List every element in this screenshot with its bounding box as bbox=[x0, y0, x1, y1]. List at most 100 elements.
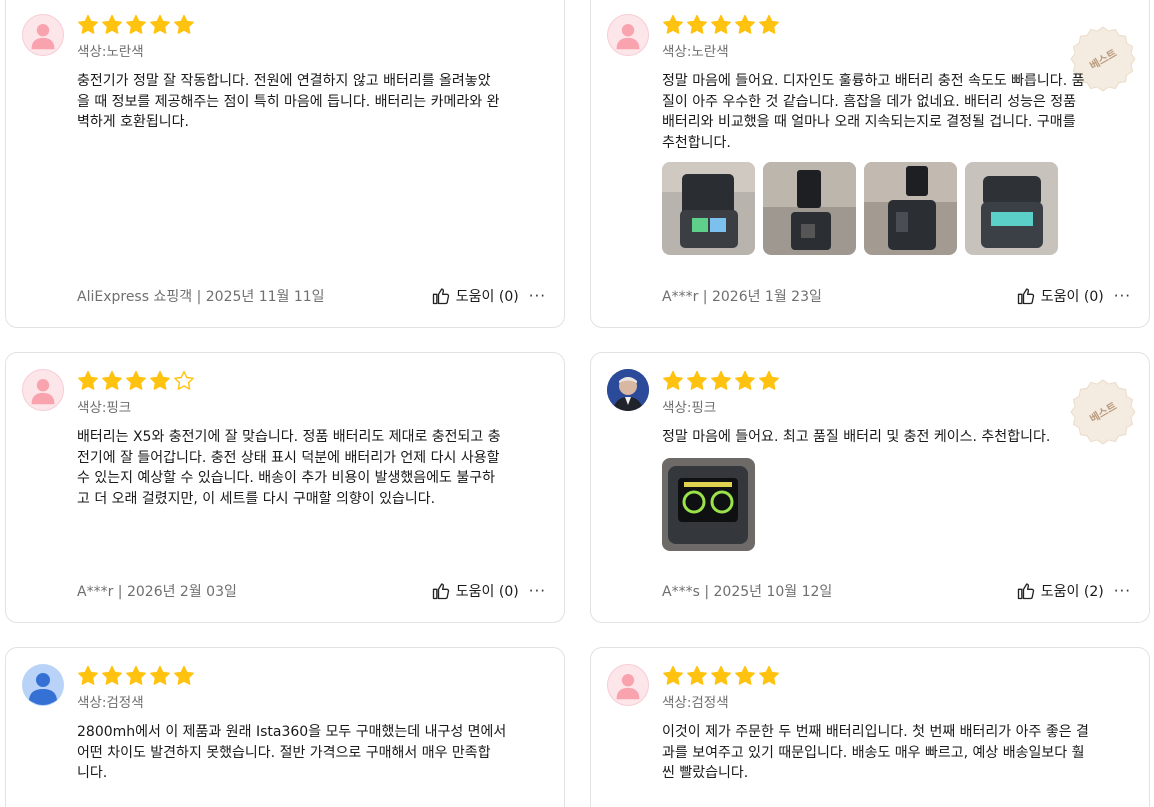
review-author: AliExpress 쇼핑객 bbox=[77, 289, 193, 305]
helpful-label: 도움이 (0) bbox=[455, 584, 519, 600]
star-filled-icon bbox=[101, 665, 123, 687]
review-photo[interactable] bbox=[662, 457, 755, 551]
review-body: 색상:노란색 충전기가 정말 잘 작동합니다. 전원에 연결하지 않고 배터리를… bbox=[77, 14, 550, 133]
avatar bbox=[22, 14, 64, 56]
review-text: 배터리는 X5와 충전기에 잘 맞습니다. 정품 배터리도 제대로 충전되고 충… bbox=[77, 429, 501, 507]
star-filled-icon bbox=[77, 370, 99, 392]
rating-stars bbox=[662, 14, 1135, 36]
star-filled-icon bbox=[149, 665, 171, 687]
review-text: 이것이 제가 주문한 두 번째 배터리입니다. 첫 번째 배터리가 아주 좋은 … bbox=[662, 724, 1089, 781]
review-photo[interactable] bbox=[864, 162, 957, 255]
review-card: 색상:노란색 충전기가 정말 잘 작동합니다. 전원에 연결하지 않고 배터리를… bbox=[5, 0, 565, 328]
thumbs-up-icon bbox=[1016, 286, 1036, 306]
more-options-icon[interactable]: ··· bbox=[529, 583, 546, 599]
star-filled-icon bbox=[686, 14, 708, 36]
helpful-button[interactable]: 도움이 (2) bbox=[1016, 581, 1104, 601]
helpful-label: 도움이 (2) bbox=[1040, 584, 1104, 600]
rating-stars bbox=[662, 370, 1135, 392]
star-filled-icon bbox=[77, 14, 99, 36]
star-filled-icon bbox=[662, 370, 684, 392]
star-filled-icon bbox=[101, 14, 123, 36]
thumbs-up-icon bbox=[431, 581, 451, 601]
review-author: A***r bbox=[77, 584, 114, 600]
review-photo[interactable] bbox=[763, 162, 856, 255]
star-filled-icon bbox=[149, 370, 171, 392]
review-body: 색상:검정색 2800mh에서 이 제품과 원래 Ista360을 모두 구매했… bbox=[77, 665, 550, 784]
review-meta: AliExpress 쇼핑객 | 2025년 11월 11일 bbox=[77, 289, 325, 305]
star-filled-icon bbox=[686, 370, 708, 392]
review-photos bbox=[662, 457, 1135, 551]
avatar bbox=[607, 14, 649, 56]
review-variant: 색상:핑크 bbox=[77, 400, 132, 416]
review-body: 색상:핑크 배터리는 X5와 충전기에 잘 맞습니다. 정품 배터리도 제대로 … bbox=[77, 370, 550, 509]
more-options-icon[interactable]: ··· bbox=[1114, 583, 1131, 599]
star-filled-icon bbox=[101, 370, 123, 392]
thumbs-up-icon bbox=[431, 286, 451, 306]
review-footer: A***s | 2025년 10월 12일 도움이 (2) ··· bbox=[662, 580, 1131, 602]
star-filled-icon bbox=[149, 14, 171, 36]
review-variant: 색상:핑크 bbox=[662, 400, 717, 416]
review-card: 베스트 색상:핑크 정말 마음에 들어요. 최고 품질 배터리 및 충전 케이스… bbox=[590, 352, 1150, 623]
avatar bbox=[22, 369, 64, 411]
review-body: 색상:검정색 이것이 제가 주문한 두 번째 배터리입니다. 첫 번째 배터리가… bbox=[662, 665, 1135, 784]
review-footer: A***r | 2026년 2월 03일 도움이 (0) ··· bbox=[77, 580, 546, 602]
helpful-button[interactable]: 도움이 (0) bbox=[431, 286, 519, 306]
star-filled-icon bbox=[173, 14, 195, 36]
star-filled-icon bbox=[758, 14, 780, 36]
avatar bbox=[607, 369, 649, 411]
star-filled-icon bbox=[662, 665, 684, 687]
review-text: 정말 마음에 들어요. 최고 품질 배터리 및 충전 케이스. 추천합니다. bbox=[662, 429, 1051, 445]
helpful-button[interactable]: 도움이 (0) bbox=[1016, 286, 1104, 306]
star-filled-icon bbox=[125, 14, 147, 36]
star-filled-icon bbox=[710, 665, 732, 687]
star-filled-icon bbox=[662, 14, 684, 36]
review-actions: 도움이 (2) ··· bbox=[1016, 581, 1131, 601]
star-filled-icon bbox=[173, 665, 195, 687]
review-footer: AliExpress 쇼핑객 | 2025년 11월 11일 도움이 (0) ·… bbox=[77, 285, 546, 307]
rating-stars bbox=[77, 14, 550, 36]
star-filled-icon bbox=[734, 14, 756, 36]
review-card: 베스트 색상:노란색 정말 마음에 들어요. 디자인도 훌륭하고 배터리 충전 … bbox=[590, 0, 1150, 328]
review-text: 2800mh에서 이 제품과 원래 Ista360을 모두 구매했는데 내구성 … bbox=[77, 724, 507, 781]
review-date: 2026년 1월 23일 bbox=[711, 289, 822, 305]
star-filled-icon bbox=[710, 370, 732, 392]
review-photo[interactable] bbox=[662, 162, 755, 255]
rating-stars bbox=[662, 665, 1135, 687]
review-actions: 도움이 (0) ··· bbox=[1016, 286, 1131, 306]
review-text: 충전기가 정말 잘 작동합니다. 전원에 연결하지 않고 배터리를 올려놓았 을… bbox=[77, 73, 500, 130]
star-filled-icon bbox=[125, 665, 147, 687]
review-author: A***r bbox=[662, 289, 699, 305]
review-card: 색상:검정색 2800mh에서 이 제품과 원래 Ista360을 모두 구매했… bbox=[5, 647, 565, 807]
review-photos bbox=[662, 162, 1135, 255]
review-author: A***s bbox=[662, 584, 700, 600]
review-date: 2025년 10월 12일 bbox=[713, 584, 833, 600]
rating-stars bbox=[77, 665, 550, 687]
review-meta: A***r | 2026년 2월 03일 bbox=[77, 584, 237, 600]
review-variant: 색상:검정색 bbox=[662, 695, 729, 711]
helpful-label: 도움이 (0) bbox=[455, 289, 519, 305]
helpful-label: 도움이 (0) bbox=[1040, 289, 1104, 305]
star-filled-icon bbox=[686, 665, 708, 687]
review-body: 색상:노란색 정말 마음에 들어요. 디자인도 훌륭하고 배터리 충전 속도도 … bbox=[662, 14, 1135, 255]
star-filled-icon bbox=[77, 665, 99, 687]
star-filled-icon bbox=[734, 665, 756, 687]
review-text: 정말 마음에 들어요. 디자인도 훌륭하고 배터리 충전 속도도 빠릅니다. 품… bbox=[662, 73, 1085, 151]
review-actions: 도움이 (0) ··· bbox=[431, 286, 546, 306]
review-actions: 도움이 (0) ··· bbox=[431, 581, 546, 601]
avatar bbox=[22, 664, 64, 706]
review-meta: A***r | 2026년 1월 23일 bbox=[662, 289, 822, 305]
helpful-button[interactable]: 도움이 (0) bbox=[431, 581, 519, 601]
star-filled-icon bbox=[710, 14, 732, 36]
rating-stars bbox=[77, 370, 550, 392]
review-variant: 색상:검정색 bbox=[77, 695, 144, 711]
more-options-icon[interactable]: ··· bbox=[529, 288, 546, 304]
star-filled-icon bbox=[734, 370, 756, 392]
review-card: 색상:핑크 배터리는 X5와 충전기에 잘 맞습니다. 정품 배터리도 제대로 … bbox=[5, 352, 565, 623]
review-variant: 색상:노란색 bbox=[662, 44, 729, 60]
review-date: 2025년 11월 11일 bbox=[205, 289, 325, 305]
more-options-icon[interactable]: ··· bbox=[1114, 288, 1131, 304]
avatar bbox=[607, 664, 649, 706]
thumbs-up-icon bbox=[1016, 581, 1036, 601]
review-photo[interactable] bbox=[965, 162, 1058, 255]
review-variant: 색상:노란색 bbox=[77, 44, 144, 60]
